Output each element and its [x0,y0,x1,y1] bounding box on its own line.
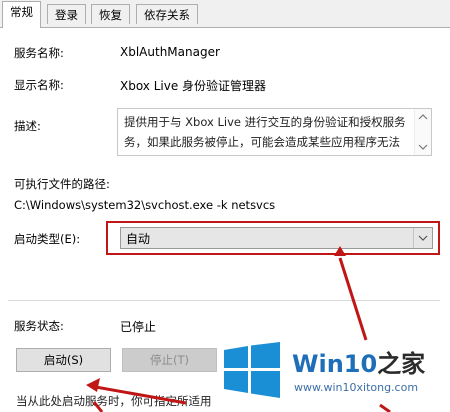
arrow-head-icon [86,378,100,392]
brand-url: www.win10xitong.com [294,381,419,394]
watermark: Win10之家 www.win10xitong.com [222,336,450,412]
brand-title: Win10之家 [292,344,425,379]
brand-name: Win10 [292,350,378,378]
arrow-line-3 [92,401,104,412]
arrow-line-1 [338,257,368,341]
brand-suffix: 之家 [377,350,426,378]
tab-general[interactable]: 常规 [2,1,41,28]
arrow-line-2 [89,384,187,405]
arrow-head-icon [334,246,346,256]
windows-logo-icon [224,342,280,398]
